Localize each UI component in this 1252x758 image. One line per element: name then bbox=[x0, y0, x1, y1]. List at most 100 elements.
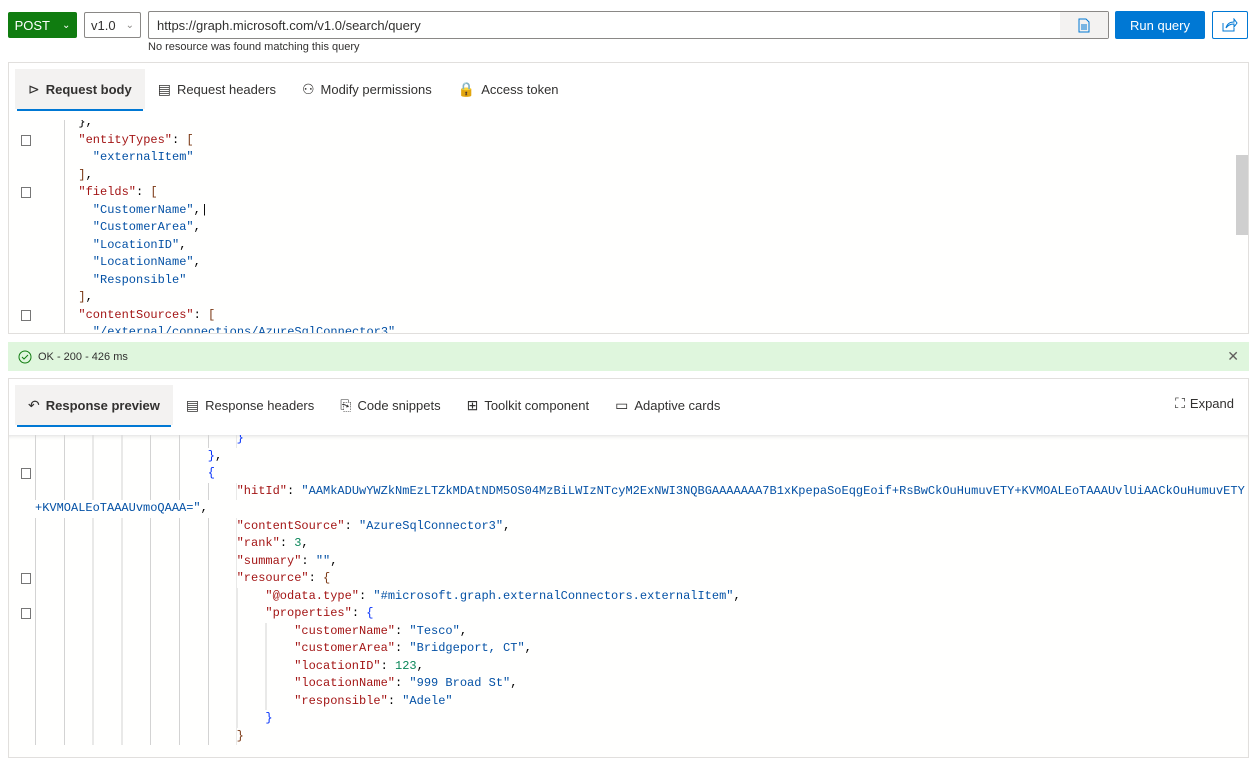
code-line: "LocationID", bbox=[64, 236, 186, 254]
tab-request-body[interactable]: ⊳ Request body bbox=[15, 69, 145, 111]
indent-guide bbox=[64, 324, 93, 333]
url-input[interactable] bbox=[149, 12, 1060, 38]
indent-guide bbox=[64, 254, 93, 272]
code-snippets-icon: ⎘ bbox=[340, 396, 352, 413]
url-field bbox=[148, 11, 1109, 39]
code-token: "rank" bbox=[236, 536, 280, 550]
expand-button[interactable]: ⛶ Expand bbox=[1175, 395, 1234, 412]
indent-guide bbox=[35, 435, 237, 448]
tab-response-headers[interactable]: ▤ Response headers bbox=[173, 385, 327, 425]
tab-request-headers[interactable]: ▤ Request headers bbox=[145, 69, 289, 109]
code-token: , bbox=[301, 536, 309, 550]
code-token: : bbox=[136, 185, 151, 199]
indent-guide bbox=[35, 587, 266, 605]
headers-icon: ▤ bbox=[185, 396, 200, 413]
code-token: } bbox=[236, 728, 244, 743]
code-token: "Tesco" bbox=[409, 623, 460, 638]
code-line: "customerName": "Tesco", bbox=[35, 622, 468, 640]
fold-toggle[interactable] bbox=[21, 187, 31, 198]
indent-guide bbox=[64, 271, 93, 289]
code-token: : bbox=[395, 676, 410, 690]
request-body-editor[interactable]: }, "entityTypes": ["externalItem"], "field… bbox=[9, 120, 1248, 333]
code-token: , bbox=[200, 501, 208, 515]
indent-guide bbox=[64, 289, 79, 307]
code-line: "rank": 3, bbox=[35, 535, 309, 553]
code-token: , bbox=[416, 658, 424, 673]
code-token: "/external/connections/AzureSqlConnector… bbox=[92, 325, 396, 333]
share-button[interactable] bbox=[1212, 11, 1248, 39]
code-token: , bbox=[524, 641, 532, 655]
code-token: , bbox=[85, 167, 93, 182]
tab-modify-permissions[interactable]: ⚇ Modify permissions bbox=[289, 69, 445, 109]
tab-response-preview[interactable]: ↶ Response preview bbox=[15, 385, 173, 427]
docs-button[interactable] bbox=[1060, 12, 1108, 38]
code-line: "/external/connections/AzureSqlConnector… bbox=[64, 324, 395, 333]
code-line: "properties": { bbox=[35, 605, 373, 623]
tab-label: Modify permissions bbox=[320, 81, 432, 97]
tab-label: Access token bbox=[481, 81, 559, 97]
tab-code-snippets[interactable]: ⎘ Code snippets bbox=[327, 385, 453, 425]
code-token: : bbox=[301, 553, 316, 568]
code-token: : bbox=[172, 132, 187, 147]
indent-guide bbox=[35, 605, 266, 623]
card-icon: ▭ bbox=[615, 396, 629, 413]
code-token: : bbox=[287, 483, 302, 498]
version-dropdown[interactable]: v1.0 ⌄ bbox=[84, 12, 141, 38]
send-icon: ⊳ bbox=[28, 80, 40, 97]
fold-toggle[interactable] bbox=[21, 608, 31, 619]
indent-guide bbox=[35, 675, 295, 693]
request-panel: ⊳ Request body ▤ Request headers ⚇ Modify per… bbox=[8, 62, 1249, 334]
editor-scrollbar[interactable] bbox=[1236, 155, 1248, 235]
code-token: "responsible" bbox=[294, 693, 388, 708]
code-line: "customerArea": "Bridgeport, CT", bbox=[35, 640, 532, 658]
code-token: "summary" bbox=[236, 553, 302, 568]
fold-toggle[interactable] bbox=[21, 573, 31, 584]
indent-guide bbox=[64, 120, 79, 132]
tab-label: Toolkit component bbox=[484, 397, 590, 413]
run-query-button[interactable]: Run query bbox=[1115, 11, 1205, 39]
indent-guide bbox=[35, 570, 237, 588]
code-line: +KVMOALEoTAAAUvmoQAAA=", bbox=[35, 500, 208, 518]
code-line: "LocationName", bbox=[64, 254, 201, 272]
tab-toolkit-component[interactable]: ⊞ Toolkit component bbox=[454, 385, 603, 425]
code-token: ] bbox=[78, 290, 86, 304]
indent-guide bbox=[64, 219, 93, 237]
indent-guide bbox=[64, 236, 93, 254]
response-panel: ↶ Response preview ▤ Response headers ⎘ Code … bbox=[8, 378, 1249, 758]
code-token: } bbox=[236, 435, 244, 445]
code-token: "CustomerName" bbox=[92, 202, 194, 217]
response-viewer: }},{"hitId": "AAMkADUwYWZkNmEzLTZkMDAtND… bbox=[9, 435, 1248, 757]
code-token: +KVMOALEoTAAAUvmoQAAA=" bbox=[35, 501, 201, 515]
code-token: "CustomerArea" bbox=[92, 220, 194, 234]
method-dropdown[interactable]: POST ⌄ bbox=[8, 12, 77, 38]
code-token: "AzureSqlConnector3" bbox=[359, 518, 504, 533]
code-line: } bbox=[35, 435, 244, 448]
status-bar: OK - 200 - 426 ms ✕ bbox=[8, 342, 1249, 371]
code-token: "LocationName" bbox=[92, 255, 194, 269]
fold-toggle[interactable] bbox=[21, 309, 31, 321]
code-token: , bbox=[330, 553, 338, 568]
expand-label: Expand bbox=[1189, 396, 1234, 411]
fold-toggle[interactable] bbox=[21, 468, 31, 479]
code-token: , bbox=[503, 518, 511, 533]
code-token: , bbox=[459, 623, 468, 638]
indent-guide bbox=[35, 622, 295, 640]
fold-toggle[interactable] bbox=[21, 134, 31, 146]
code-token: : bbox=[351, 606, 367, 620]
code-line: ], bbox=[64, 289, 93, 307]
code-token: : bbox=[279, 536, 295, 550]
code-token: , bbox=[733, 588, 741, 603]
code-token: : bbox=[193, 307, 209, 322]
code-token: { bbox=[366, 606, 374, 620]
indent-guide bbox=[35, 552, 237, 570]
code-token: } bbox=[207, 448, 215, 463]
code-token: "entityTypes" bbox=[78, 132, 173, 147]
response-tabs: ↶ Response preview ▤ Response headers ⎘ Code … bbox=[15, 385, 733, 427]
indent-guide bbox=[35, 517, 237, 535]
code-token: , bbox=[85, 290, 93, 304]
tab-access-token[interactable]: 🔒 Access token bbox=[445, 69, 572, 109]
permissions-icon: ⚇ bbox=[301, 80, 315, 97]
check-circle-icon bbox=[18, 350, 32, 363]
close-icon[interactable]: ✕ bbox=[1227, 348, 1239, 365]
tab-adaptive-cards[interactable]: ▭ Adaptive cards bbox=[602, 385, 733, 425]
